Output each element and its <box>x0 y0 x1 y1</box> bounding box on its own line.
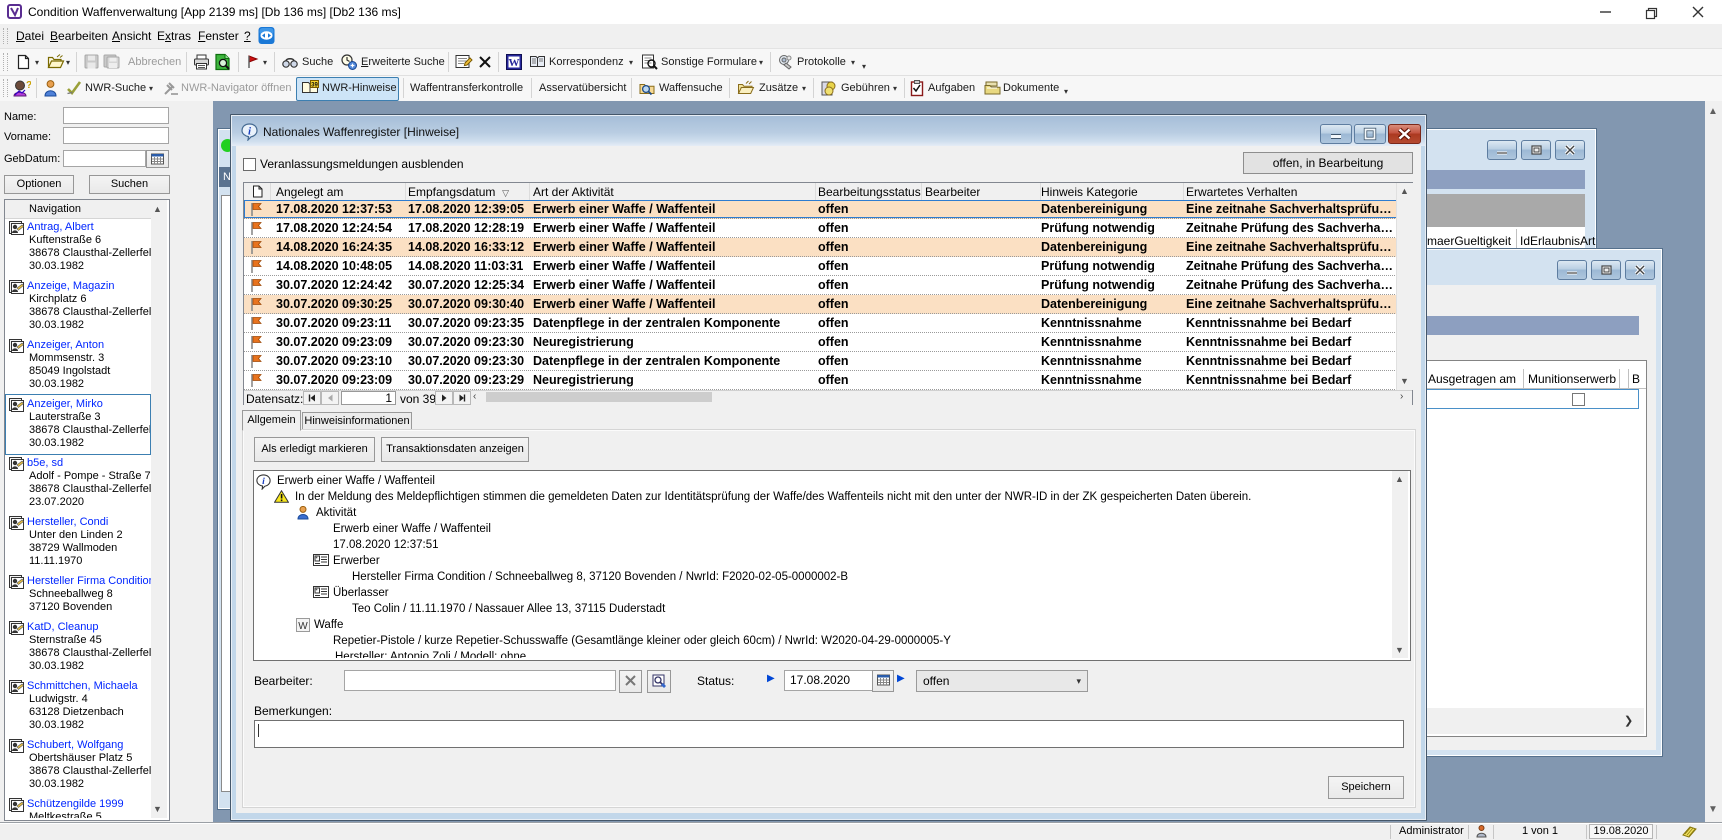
svg-text:i: i <box>262 476 265 487</box>
svg-text:W: W <box>298 621 308 632</box>
svg-text:W: W <box>509 57 520 69</box>
svg-text:?: ? <box>26 80 31 91</box>
svg-text:39: 39 <box>311 83 318 89</box>
